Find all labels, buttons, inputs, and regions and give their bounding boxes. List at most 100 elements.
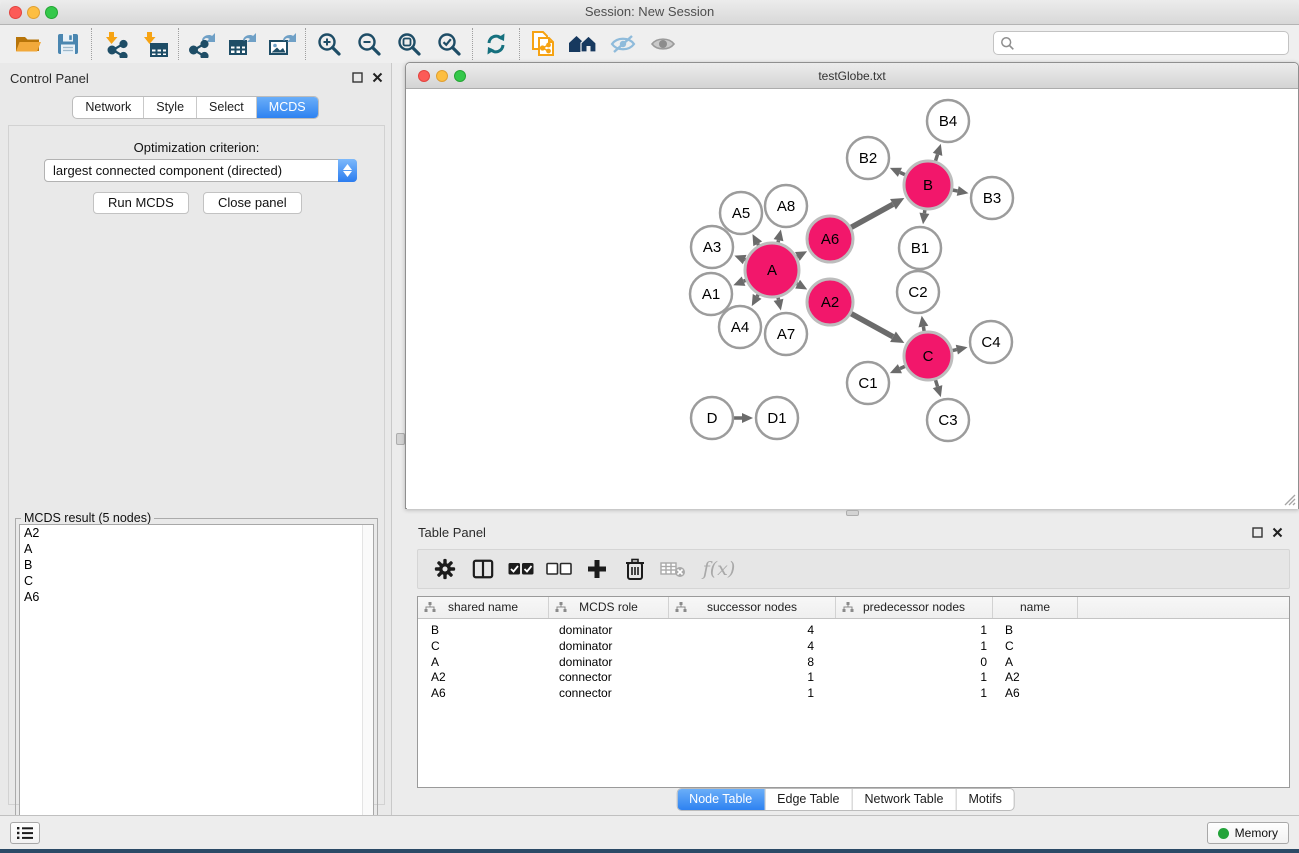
graph-node-B[interactable]: B <box>904 161 952 209</box>
task-history-button[interactable] <box>10 822 40 844</box>
edge-B-B2[interactable] <box>900 172 905 174</box>
mcds-result-item[interactable]: A2 <box>20 525 373 541</box>
table-cell[interactable]: B <box>418 623 549 639</box>
tab-edge-table[interactable]: Edge Table <box>765 789 852 810</box>
graph-node-C3[interactable]: C3 <box>927 399 969 441</box>
mcds-result-item[interactable]: B <box>20 557 373 573</box>
float-panel-icon[interactable] <box>1252 527 1263 538</box>
table-cell[interactable]: dominator <box>549 639 669 655</box>
vertical-splitter-handle[interactable] <box>396 433 405 445</box>
duplicate-network-icon[interactable] <box>523 27 563 61</box>
float-panel-icon[interactable] <box>352 72 363 83</box>
close-panel-icon[interactable] <box>1272 527 1283 538</box>
table-cell[interactable]: 1 <box>836 670 993 686</box>
graph-node-B2[interactable]: B2 <box>847 137 889 179</box>
table-cell[interactable]: 1 <box>669 670 836 686</box>
table-cell[interactable]: dominator <box>549 623 669 639</box>
table-cell[interactable]: 4 <box>669 623 836 639</box>
edge-A2-C[interactable] <box>851 314 893 337</box>
zoom-out-icon[interactable] <box>349 27 389 61</box>
table-cell[interactable]: B <box>993 623 1078 639</box>
delete-columns-trash-icon[interactable] <box>616 552 654 586</box>
graph-node-A4[interactable]: A4 <box>719 306 761 348</box>
select-all-checkboxes-icon[interactable] <box>502 552 540 586</box>
add-column-icon[interactable] <box>578 552 616 586</box>
search-input[interactable] <box>1015 33 1288 53</box>
import-network-icon[interactable] <box>95 27 135 61</box>
zoom-selected-icon[interactable] <box>429 27 469 61</box>
table-cell[interactable]: 0 <box>836 655 993 671</box>
graph-node-B1[interactable]: B1 <box>899 227 941 269</box>
memory-status-button[interactable]: Memory <box>1207 822 1289 844</box>
graph-node-D[interactable]: D <box>691 397 733 439</box>
hide-selected-eye-icon[interactable] <box>603 27 643 61</box>
graph-node-B4[interactable]: B4 <box>927 100 969 142</box>
zoom-in-icon[interactable] <box>309 27 349 61</box>
table-row[interactable]: Adominator80A <box>418 655 1289 671</box>
column-header-successor-nodes[interactable]: successor nodes <box>669 597 836 618</box>
table-cell[interactable]: dominator <box>549 655 669 671</box>
function-builder-icon[interactable]: f(x) <box>692 552 746 586</box>
tab-network-table[interactable]: Network Table <box>853 789 957 810</box>
table-row[interactable]: Cdominator41C <box>418 639 1289 655</box>
export-table-icon[interactable] <box>222 27 262 61</box>
optimization-criterion-dropdown[interactable]: largest connected component (directed) <box>44 159 357 182</box>
edge-A6-B[interactable] <box>851 204 893 227</box>
scrollbar-track[interactable] <box>362 525 373 853</box>
tab-node-table[interactable]: Node Table <box>677 789 765 810</box>
graph-node-A7[interactable]: A7 <box>765 313 807 355</box>
table-cell[interactable]: A2 <box>993 670 1078 686</box>
table-cell[interactable]: connector <box>549 686 669 702</box>
mcds-result-item[interactable]: A <box>20 541 373 557</box>
table-cell[interactable]: 1 <box>836 639 993 655</box>
graph-node-C2[interactable]: C2 <box>897 271 939 313</box>
column-header-predecessor-nodes[interactable]: predecessor nodes <box>836 597 993 618</box>
mcds-result-item[interactable]: C <box>20 573 373 589</box>
refresh-view-icon[interactable] <box>476 27 516 61</box>
export-image-icon[interactable] <box>262 27 302 61</box>
save-session-icon[interactable] <box>48 27 88 61</box>
table-cell[interactable]: 1 <box>836 686 993 702</box>
table-row[interactable]: A6connector11A6 <box>418 686 1289 702</box>
window-resize-grip[interactable] <box>1282 492 1296 506</box>
tab-select[interactable]: Select <box>197 97 257 118</box>
tab-motifs[interactable]: Motifs <box>956 789 1013 810</box>
delete-table-icon[interactable] <box>654 552 692 586</box>
show-all-eye-icon[interactable] <box>643 27 683 61</box>
graph-node-A6[interactable]: A6 <box>807 216 853 262</box>
column-header-name[interactable]: name <box>993 597 1078 618</box>
table-cell[interactable]: C <box>418 639 549 655</box>
table-cell[interactable]: A2 <box>418 670 549 686</box>
table-cell[interactable]: 8 <box>669 655 836 671</box>
close-panel-button[interactable]: Close panel <box>203 192 302 214</box>
mcds-result-item[interactable]: A6 <box>20 589 373 605</box>
tab-style[interactable]: Style <box>144 97 197 118</box>
edge-B-B4[interactable] <box>935 154 937 161</box>
close-panel-icon[interactable] <box>372 72 383 83</box>
graph-node-A8[interactable]: A8 <box>765 185 807 227</box>
edge-C-C1[interactable] <box>900 366 905 368</box>
network-graph-canvas[interactable]: AA1A2A3A4A5A6A7A8BB1B2B3B4CC1C2C3C4DD1 <box>407 89 1298 509</box>
table-cell[interactable]: connector <box>549 670 669 686</box>
table-cell[interactable]: 1 <box>836 623 993 639</box>
mcds-result-list[interactable]: A2ABCA6 <box>19 524 374 853</box>
table-row[interactable]: Bdominator41B <box>418 623 1289 639</box>
tab-mcds[interactable]: MCDS <box>257 97 318 118</box>
graph-node-C4[interactable]: C4 <box>970 321 1012 363</box>
graph-node-A3[interactable]: A3 <box>691 226 733 268</box>
graph-node-C1[interactable]: C1 <box>847 362 889 404</box>
edge-B-B3[interactable] <box>952 190 957 191</box>
split-table-icon[interactable] <box>464 552 502 586</box>
graph-node-D1[interactable]: D1 <box>756 397 798 439</box>
edge-C-C3[interactable] <box>935 380 937 387</box>
zoom-fit-icon[interactable] <box>389 27 429 61</box>
column-header-mcds-role[interactable]: MCDS role <box>549 597 669 618</box>
import-table-icon[interactable] <box>135 27 175 61</box>
open-file-icon[interactable] <box>8 27 48 61</box>
home-layout-icon[interactable] <box>563 27 603 61</box>
edge-C-C4[interactable] <box>952 350 956 351</box>
table-cell[interactable]: A6 <box>993 686 1078 702</box>
tab-network[interactable]: Network <box>73 97 144 118</box>
run-mcds-button[interactable]: Run MCDS <box>93 192 189 214</box>
table-cell[interactable]: 1 <box>669 686 836 702</box>
